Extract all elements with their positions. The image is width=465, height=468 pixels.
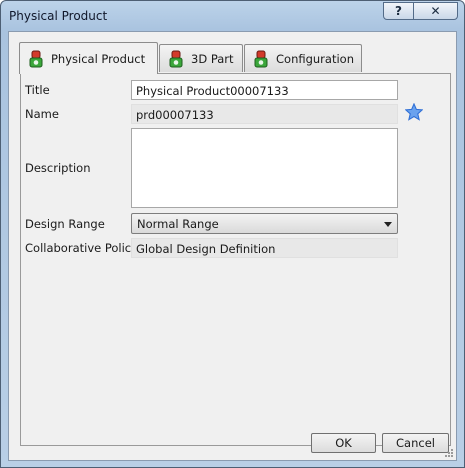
description-label: Description — [25, 161, 91, 175]
chevron-down-icon — [384, 222, 392, 227]
tab-configuration[interactable]: Configuration — [244, 44, 362, 72]
design-range-label: Design Range — [25, 217, 105, 231]
design-range-select[interactable]: Normal Range — [131, 213, 398, 234]
cancel-button[interactable]: Cancel — [382, 433, 449, 453]
title-input[interactable]: Physical Product00007133 — [131, 80, 398, 100]
name-field: prd00007133 — [131, 104, 398, 124]
help-button[interactable]: ? — [383, 2, 414, 20]
collaborative-policy-field: Global Design Definition — [131, 238, 398, 258]
window-title: Physical Product — [9, 9, 108, 23]
tab-label: 3D Part — [191, 51, 234, 66]
name-label: Name — [25, 107, 59, 121]
tab-physical-product[interactable]: Physical Product — [19, 42, 158, 74]
ok-button[interactable]: OK — [311, 433, 376, 453]
tab-label: Physical Product — [51, 51, 146, 66]
physical-product-icon — [28, 50, 44, 68]
description-textarea[interactable] — [131, 128, 398, 208]
close-button[interactable]: ✕ — [413, 2, 458, 20]
3d-part-icon — [168, 50, 184, 68]
title-bar[interactable]: Physical Product ? ✕ — [1, 1, 464, 31]
dialog-window: Physical Product ? ✕ Physical Product 3D… — [0, 0, 465, 468]
collaborative-policy-label: Collaborative Policy — [25, 241, 138, 255]
tab-label: Configuration — [276, 51, 354, 66]
title-label: Title — [25, 83, 50, 97]
favorite-star-icon[interactable] — [404, 102, 424, 124]
dialog-body: Physical Product 3D Part Configuration T… — [8, 31, 457, 461]
configuration-icon — [253, 50, 269, 68]
design-range-value: Normal Range — [137, 217, 219, 231]
resize-grip-icon[interactable] — [444, 448, 454, 458]
tab-3d-part[interactable]: 3D Part — [159, 44, 243, 72]
tab-panel: Title Physical Product00007133 Name prd0… — [20, 73, 451, 446]
